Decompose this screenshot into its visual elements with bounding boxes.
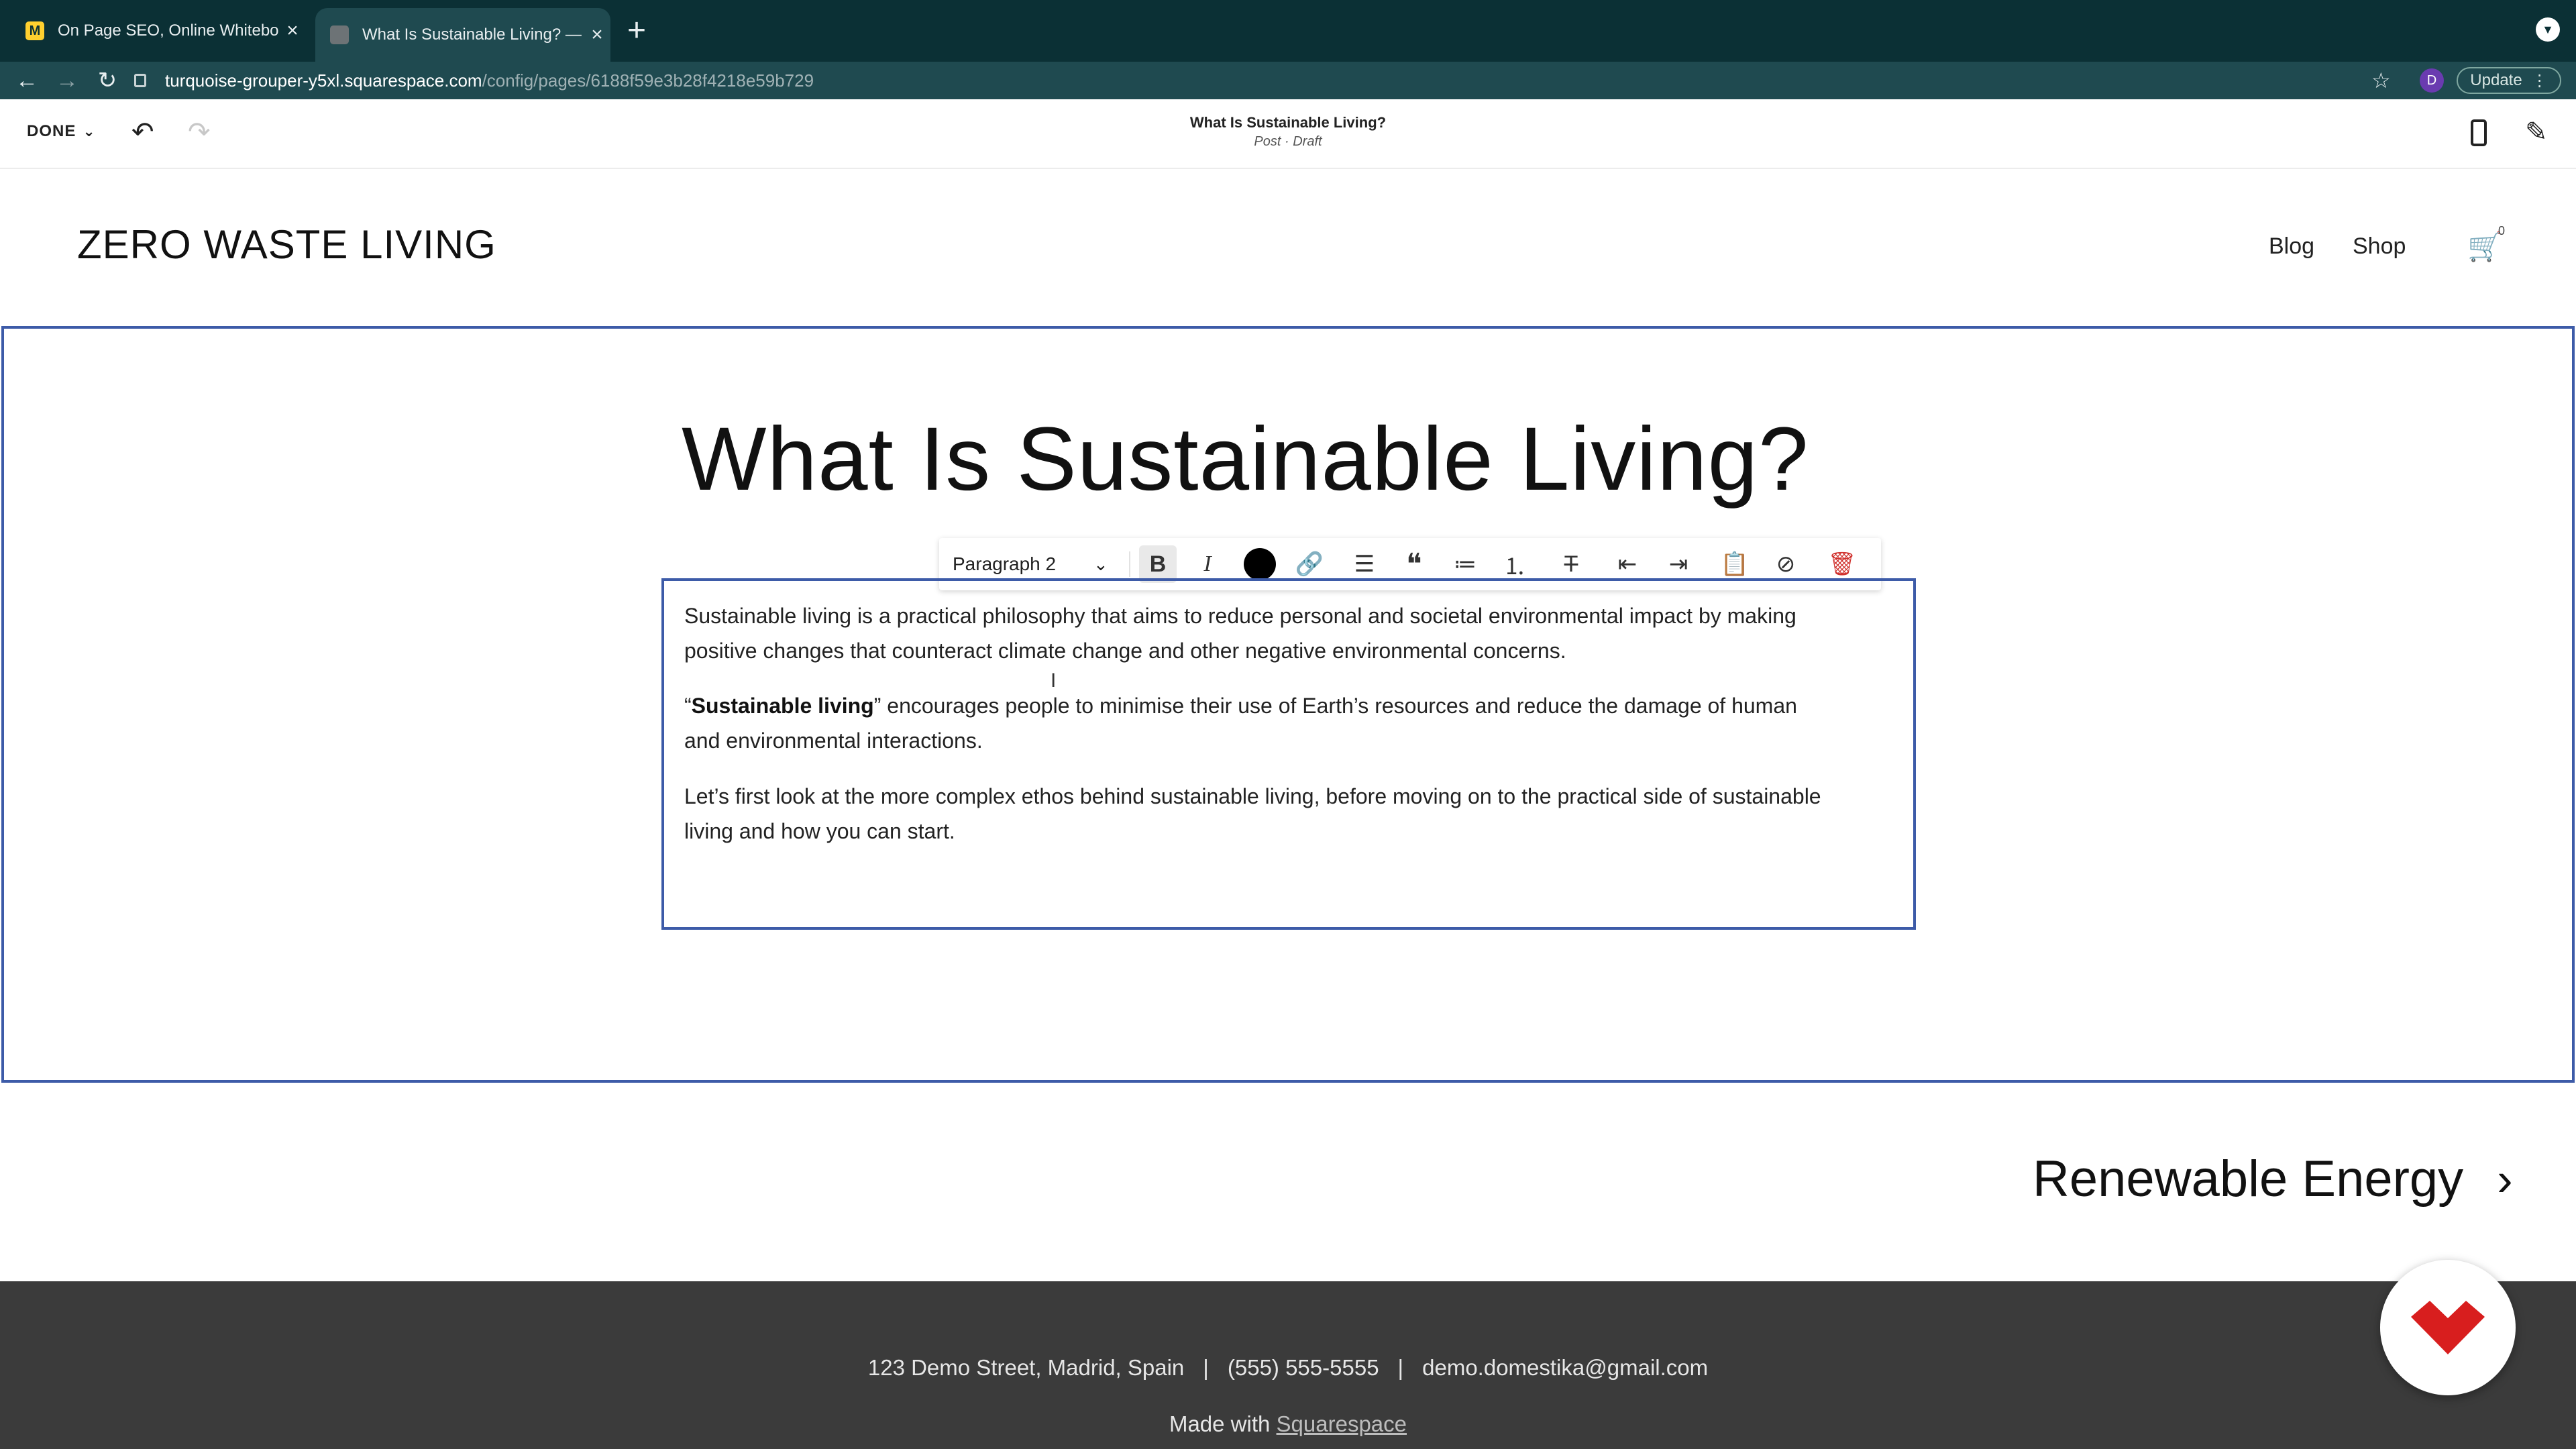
chevron-right-icon: ›	[2497, 1152, 2513, 1205]
domestika-logo-icon	[2411, 1301, 2485, 1354]
browser-tab-miro[interactable]: M On Page SEO, Online Whiteboa ×	[11, 8, 306, 54]
paste-icon[interactable]: 📋	[1716, 545, 1754, 583]
cart-count: 0	[2498, 224, 2506, 237]
squarespace-link[interactable]: Squarespace	[1277, 1411, 1407, 1436]
lock-icon	[134, 74, 146, 87]
tab-title: What Is Sustainable Living? —	[362, 25, 582, 44]
paragraph-1-line-2: positive changes that counteract climate…	[684, 639, 1566, 663]
footer-email[interactable]: demo.domestika@gmail.com	[1422, 1355, 1708, 1380]
site-footer: 123 Demo Street, Madrid, Spain | (555) 555…	[0, 1281, 2576, 1449]
delete-trash-icon[interactable]: 🗑	[1823, 545, 1861, 583]
link-icon[interactable]: 🔗	[1291, 545, 1328, 583]
text-block-editor[interactable]: Sustainable living is a practical philos…	[661, 578, 1916, 930]
miro-favicon-icon: M	[25, 21, 44, 40]
browser-tab-bar: M On Page SEO, Online Whiteboa × What Is…	[0, 0, 2576, 62]
site-styles-brush-icon[interactable]: ✎	[2525, 117, 2548, 148]
back-arrow-icon[interactable]: ←	[8, 62, 46, 99]
footer-contact: 123 Demo Street, Madrid, Spain | (555) 555…	[0, 1355, 2576, 1381]
nav-link-shop[interactable]: Shop	[2353, 233, 2406, 260]
toolbar-divider	[1129, 551, 1130, 577]
footer-separator: |	[1203, 1355, 1209, 1380]
redo-icon[interactable]: ↷	[188, 117, 211, 148]
made-with-text: Made with	[1169, 1411, 1271, 1436]
tab-title: On Page SEO, Online Whiteboa	[58, 21, 279, 40]
paragraph-1-line-1: Sustainable living is a practical philos…	[684, 604, 1796, 628]
done-label: DONE	[27, 122, 76, 140]
editor-page-status: Post · Draft	[1254, 134, 1322, 149]
url-field[interactable]: turquoise-grouper-y5xl.squarespace.com /…	[134, 62, 2348, 99]
footer-address: 123 Demo Street, Madrid, Spain	[867, 1355, 1185, 1380]
chevron-down-icon: ⌄	[83, 123, 96, 140]
profile-avatar[interactable]: D	[2420, 68, 2444, 93]
remove-format-icon[interactable]: ⊘	[1767, 545, 1805, 583]
align-left-icon[interactable]: ☰	[1346, 545, 1383, 583]
editor-page-title: What Is Sustainable Living?	[1189, 114, 1387, 131]
outdent-icon[interactable]: ⇤	[1609, 545, 1646, 583]
bookmark-star-icon[interactable]: ☆	[2371, 62, 2391, 99]
paragraph-3-line-2: living and how you can start.	[684, 819, 955, 843]
paragraph-3[interactable]: Let’s first look at the more complex eth…	[684, 779, 1885, 849]
reload-icon[interactable]: ↻	[89, 62, 126, 99]
squarespace-favicon-icon	[330, 25, 349, 44]
paragraph-2-line-1: ” encourages people to minimise their us…	[873, 694, 1797, 718]
next-post-link[interactable]: Renewable Energy ›	[2033, 1150, 2513, 1208]
numbered-list-icon[interactable]: ⒈	[1496, 545, 1534, 583]
browser-tab-squarespace[interactable]: What Is Sustainable Living? — ×	[315, 8, 610, 62]
address-bar: ← → ↻ turquoise-grouper-y5xl.squarespace…	[0, 62, 2576, 99]
editor-toolbar: DONE ⌄ ↶ ↷ What Is Sustainable Living? P…	[0, 99, 2576, 169]
kebab-menu-icon: ⋮	[2531, 71, 2548, 90]
clear-format-icon[interactable]: T	[1552, 545, 1590, 583]
update-label: Update	[2470, 71, 2522, 89]
paragraph-3-line-1: Let’s first look at the more complex eth…	[684, 784, 1821, 808]
nav-link-blog[interactable]: Blog	[2269, 233, 2314, 260]
url-path: /config/pages/6188f59e3b28f4218e59b729	[482, 70, 814, 91]
close-icon[interactable]: ×	[584, 23, 610, 46]
bold-button[interactable]: B	[1139, 545, 1177, 583]
paragraph-2[interactable]: “Sustainable living” encourages people t…	[684, 688, 1885, 758]
open-quote: “	[684, 694, 692, 718]
indent-icon[interactable]: ⇥	[1660, 545, 1697, 583]
italic-button[interactable]: I	[1189, 545, 1226, 583]
text-cursor-icon: I	[1051, 669, 1057, 692]
paragraph-1[interactable]: Sustainable living is a practical philos…	[684, 598, 1885, 668]
paragraph-2-line-2: and environmental interactions.	[684, 729, 983, 753]
footer-separator: |	[1397, 1355, 1404, 1380]
tab-search-icon[interactable]: ▼	[2536, 17, 2560, 42]
footer-phone: (555) 555-5555	[1227, 1355, 1379, 1380]
mobile-preview-icon[interactable]	[2471, 119, 2487, 146]
url-host: turquoise-grouper-y5xl.squarespace.com	[165, 70, 482, 91]
close-icon[interactable]: ×	[279, 19, 306, 42]
domestika-badge	[2380, 1260, 2516, 1395]
update-button[interactable]: Update ⋮	[2457, 67, 2561, 94]
quote-icon[interactable]: ❝	[1395, 545, 1433, 583]
bulleted-list-icon[interactable]: ≔	[1446, 545, 1484, 583]
footer-credit: Made with Squarespace	[0, 1411, 2576, 1437]
post-title[interactable]: What Is Sustainable Living?	[682, 408, 1809, 511]
new-tab-button[interactable]: +	[627, 12, 646, 50]
undo-icon[interactable]: ↶	[131, 117, 154, 148]
forward-arrow-icon[interactable]: →	[48, 62, 86, 99]
site-logo[interactable]: ZERO WASTE LIVING	[77, 221, 496, 268]
text-color-swatch[interactable]	[1244, 548, 1276, 580]
next-post-label: Renewable Energy	[2033, 1150, 2464, 1208]
done-button[interactable]: DONE ⌄	[27, 122, 96, 141]
cart-icon[interactable]: 🛒	[2467, 231, 2502, 264]
bold-phrase: Sustainable living	[691, 694, 874, 718]
